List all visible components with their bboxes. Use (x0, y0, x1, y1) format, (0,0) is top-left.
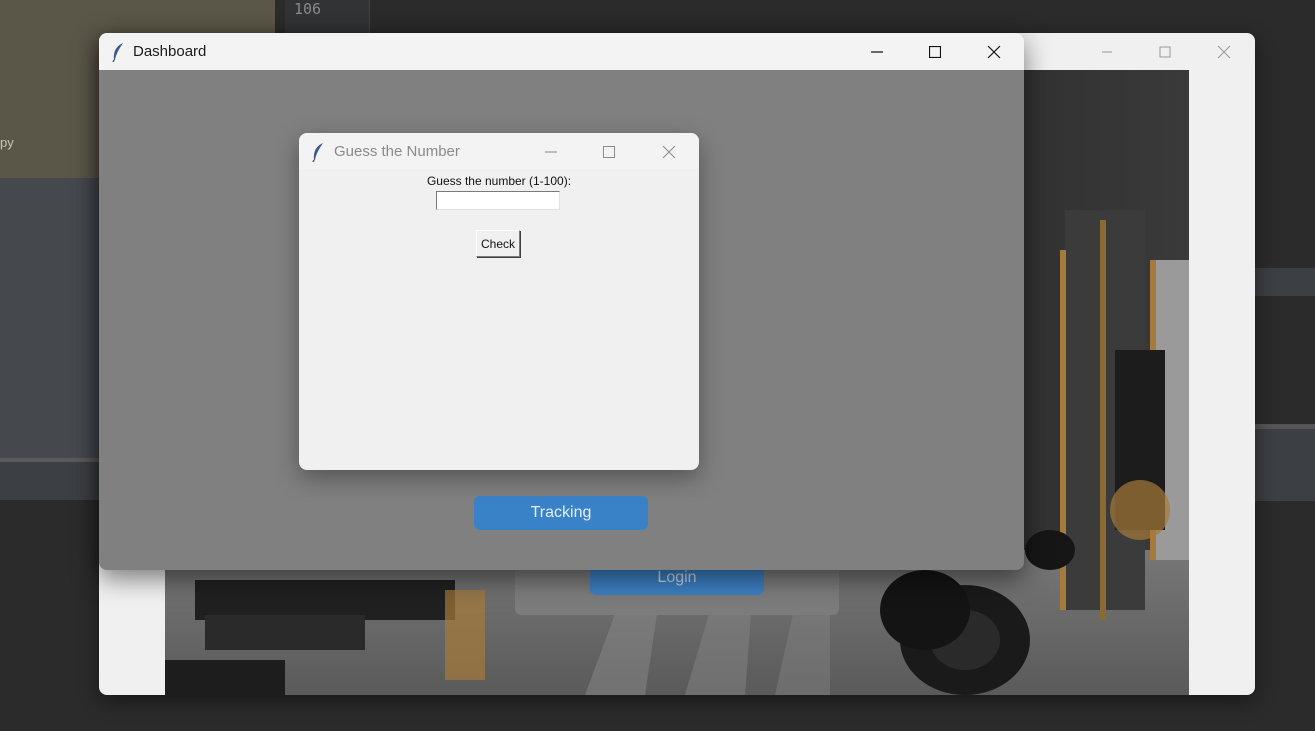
close-icon[interactable] (658, 141, 680, 163)
tracking-button[interactable]: Tracking (474, 496, 648, 530)
tk-feather-icon (111, 42, 125, 63)
maximize-icon[interactable] (924, 41, 946, 63)
ide-fragment-text: py (0, 135, 14, 150)
ide-right-panel (1255, 268, 1315, 296)
close-icon[interactable] (983, 41, 1005, 63)
minimize-icon[interactable] (866, 41, 888, 63)
dashboard-title: Dashboard (133, 43, 207, 60)
dashboard-titlebar: Dashboard (99, 33, 1024, 70)
guess-dialog-title: Guess the Number (334, 143, 460, 160)
ide-line-number: 106 (294, 0, 322, 18)
ide-status-strip (0, 458, 100, 500)
guess-input[interactable] (436, 191, 560, 210)
close-icon[interactable] (1213, 41, 1235, 63)
maximize-icon[interactable] (1154, 41, 1176, 63)
guess-prompt-label: Guess the number (1-100): (426, 174, 572, 188)
minimize-icon[interactable] (1096, 41, 1118, 63)
tk-feather-icon (311, 142, 325, 163)
maximize-icon[interactable] (598, 141, 620, 163)
guess-dialog: Guess the Number Guess the number (1-100… (299, 133, 699, 470)
ide-side-panel (0, 178, 100, 458)
minimize-icon[interactable] (540, 141, 562, 163)
check-button[interactable]: Check (476, 230, 520, 257)
ide-right-panel-lower (1255, 424, 1315, 501)
guess-dialog-titlebar: Guess the Number (299, 133, 699, 169)
